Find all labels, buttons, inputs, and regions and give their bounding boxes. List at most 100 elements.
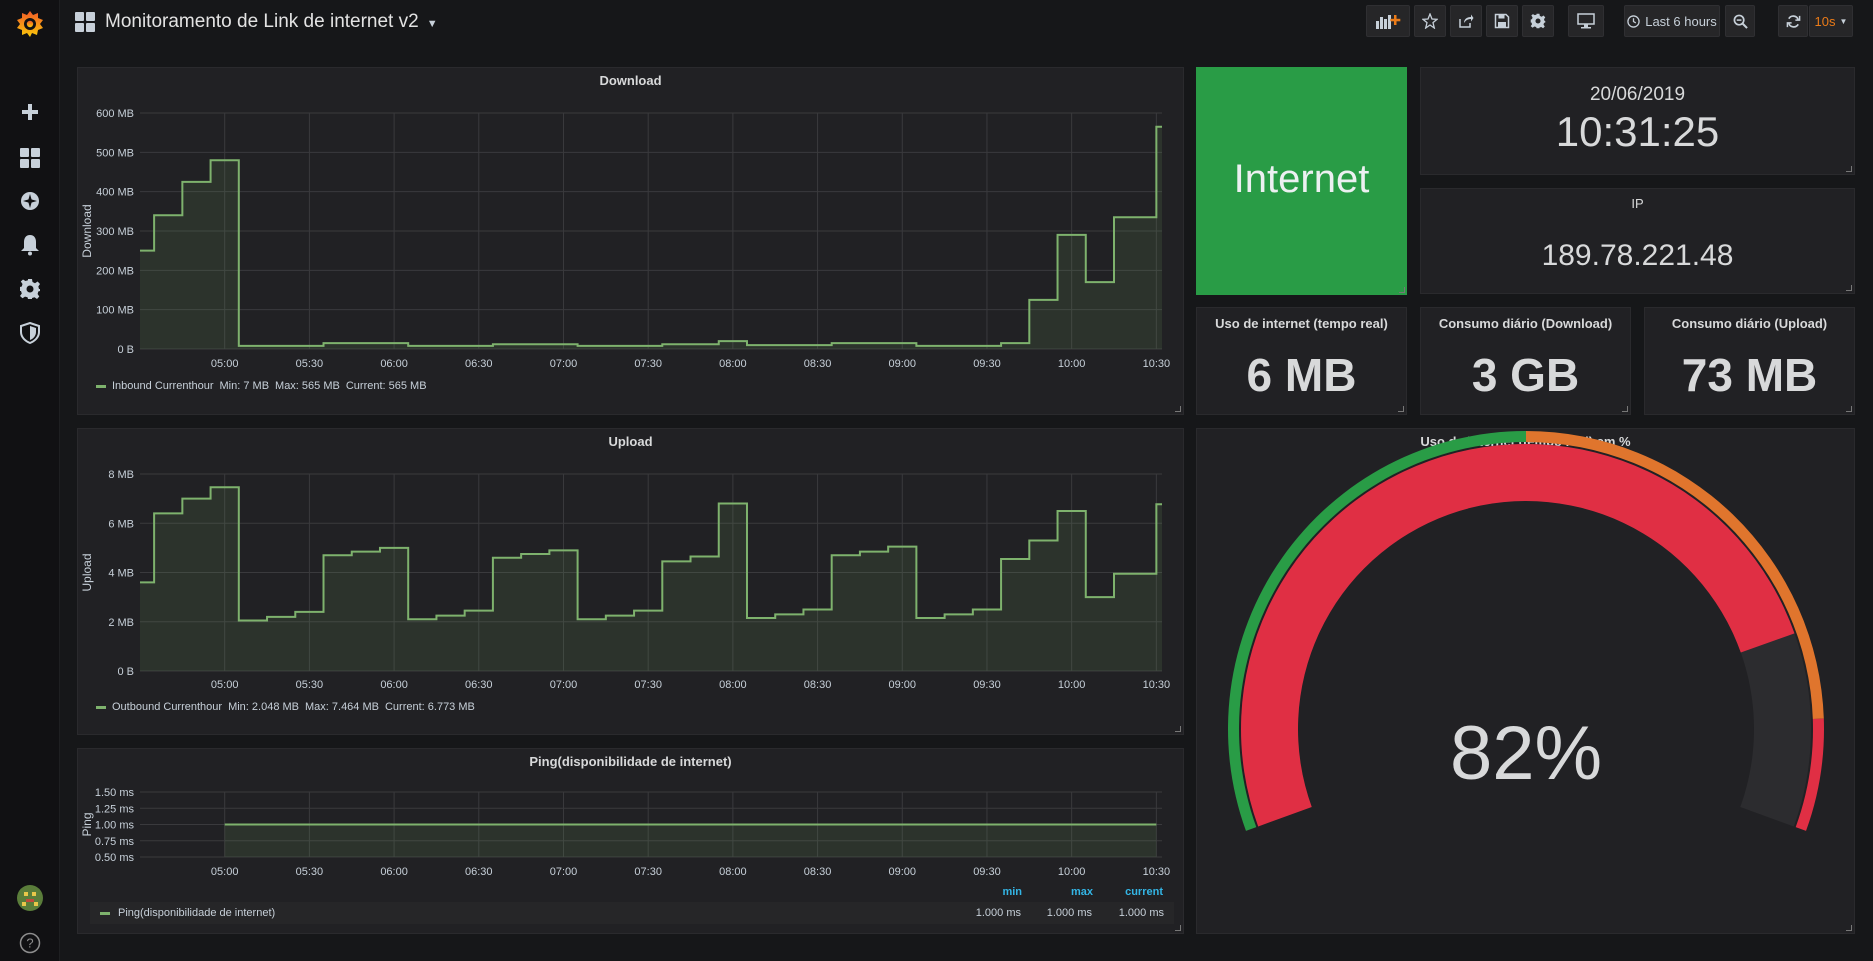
status-text: Internet <box>1233 157 1370 201</box>
dashboard-navbar: Monitoramento de Link de internet v2 ▼ L… <box>60 0 1873 56</box>
star-icon <box>1422 13 1438 29</box>
x-tick-label: 07:30 <box>634 866 662 878</box>
alerting-bell-icon[interactable] <box>0 227 60 263</box>
panel-title: Uso de internet (tempo real) <box>1215 316 1388 331</box>
clock-date: 20/06/2019 <box>1589 84 1686 105</box>
configuration-gear-icon[interactable] <box>0 271 60 307</box>
refresh-icon <box>1786 14 1800 28</box>
panel-resize-handle[interactable] <box>1846 925 1852 931</box>
x-tick-label: 05:00 <box>211 358 239 368</box>
usage-gauge-panel[interactable]: Uso de internet (tempo real) em % 82% <box>1196 428 1855 934</box>
panel-resize-handle[interactable] <box>1846 166 1852 172</box>
panel-title: IP <box>1631 196 1644 211</box>
daily-download-panel[interactable]: Consumo diário (Download) 3 GB <box>1420 307 1631 415</box>
panel-resize-handle[interactable] <box>1398 406 1404 412</box>
ping-graph-panel[interactable]: Ping(disponibilidade de internet) 0.50 m… <box>77 748 1184 934</box>
legend-min: Min: 7 MB <box>219 380 270 392</box>
x-tick-label: 10:00 <box>1058 358 1086 368</box>
panel-resize-handle[interactable] <box>1175 406 1181 412</box>
dashboard-grid-icon[interactable] <box>75 12 95 37</box>
dashboard-title-picker[interactable]: Monitoramento de Link de internet v2 ▼ <box>105 11 438 33</box>
download-chart[interactable]: 0 B 100 MB 200 MB 300 MB 400 MB 500 MB 600 MB 0… <box>78 68 1185 368</box>
download-graph-panel[interactable]: Download 0 B 100 MB 200 MB 300 MB 400 MB 500 … <box>77 67 1184 415</box>
x-tick-label: 07:30 <box>634 679 662 691</box>
x-tick-label: 08:00 <box>719 358 747 368</box>
y-tick-label: 6 MB <box>108 518 134 530</box>
y-tick-label: 1.50 ms <box>95 787 135 799</box>
x-tick-label: 05:30 <box>296 866 324 878</box>
server-admin-shield-icon[interactable] <box>0 315 60 351</box>
legend-header-min[interactable]: min <box>1002 886 1022 898</box>
x-tick-label: 09:00 <box>888 358 916 368</box>
refresh-button[interactable] <box>1778 5 1808 37</box>
zoom-out-button[interactable] <box>1725 5 1755 37</box>
upload-chart[interactable]: 0 B 2 MB 4 MB 6 MB 8 MB 05:00 05:30 06:00 06:30 0… <box>78 429 1185 694</box>
series-color-swatch[interactable] <box>96 705 106 709</box>
panel-title: Consumo diário (Download) <box>1438 316 1613 331</box>
x-tick-label: 10:30 <box>1143 866 1171 878</box>
dashboards-grid-icon[interactable] <box>0 140 60 176</box>
legend-header-current[interactable]: current <box>1125 886 1163 898</box>
panel-resize-handle[interactable] <box>1175 726 1181 732</box>
y-axis-title: Upload <box>80 553 94 591</box>
realtime-usage-panel[interactable]: Uso de internet (tempo real) 6 MB <box>1196 307 1407 415</box>
help-icon[interactable]: ? <box>0 925 60 961</box>
y-axis-title: Ping <box>80 812 94 836</box>
caret-down-icon: ▼ <box>1839 16 1848 26</box>
panel-resize-handle[interactable] <box>1175 925 1181 931</box>
share-dashboard-button[interactable] <box>1450 5 1482 37</box>
panel-resize-handle[interactable] <box>1846 285 1852 291</box>
legend-series-name[interactable]: Ping(disponibilidade de internet) <box>118 907 275 919</box>
x-tick-label: 08:30 <box>804 358 832 368</box>
save-dashboard-button[interactable] <box>1486 5 1518 37</box>
add-panel-button[interactable] <box>1366 5 1410 37</box>
x-tick-label: 10:30 <box>1143 679 1171 691</box>
ip-value: 189.78.221.48 <box>1541 239 1734 272</box>
ping-chart[interactable]: 0.50 ms 0.75 ms 1.00 ms 1.25 ms 1.50 ms 05:00… <box>78 749 1185 884</box>
legend-current: Current: 6.773 MB <box>384 701 475 713</box>
panel-resize-handle[interactable] <box>1622 406 1628 412</box>
x-tick-label: 09:00 <box>888 679 916 691</box>
legend-series-name[interactable]: Inbound Currenthour <box>112 380 214 392</box>
explore-compass-icon[interactable] <box>0 183 60 219</box>
daily-upload-panel[interactable]: Consumo diário (Upload) 73 MB <box>1644 307 1855 415</box>
upload-graph-panel[interactable]: Upload 0 B 2 MB 4 MB 6 MB 8 MB 05:00 05:30 06:0… <box>77 428 1184 735</box>
star-dashboard-button[interactable] <box>1414 5 1446 37</box>
dashboard-settings-button[interactable] <box>1522 5 1554 37</box>
y-tick-label: 300 MB <box>96 226 134 238</box>
panel-resize-handle[interactable] <box>1846 406 1852 412</box>
series-color-swatch[interactable] <box>100 912 110 915</box>
series-area-fill <box>224 824 1157 857</box>
y-tick-label: 0 B <box>117 666 134 678</box>
clock-time: 10:31:25 <box>1555 108 1720 155</box>
series-line <box>140 125 1162 347</box>
ip-panel[interactable]: IP 189.78.221.48 <box>1420 188 1855 294</box>
x-tick-label: 05:30 <box>296 679 324 691</box>
legend-series-name[interactable]: Outbound Currenthour <box>112 701 222 713</box>
x-tick-label: 08:30 <box>804 679 832 691</box>
panel-resize-handle[interactable] <box>1399 287 1405 293</box>
daily-upload-value: 73 MB <box>1681 349 1818 401</box>
x-tick-label: 07:00 <box>550 679 578 691</box>
user-avatar[interactable] <box>0 880 60 916</box>
create-plus-icon[interactable] <box>0 94 60 130</box>
dashboard-title: Monitoramento de Link de internet v2 <box>105 11 419 32</box>
internet-status-panel[interactable]: Internet <box>1196 67 1407 295</box>
svg-text:?: ? <box>26 936 33 951</box>
y-tick-label: 200 MB <box>96 265 134 277</box>
clock-panel[interactable]: 20/06/2019 10:31:25 <box>1420 67 1855 175</box>
x-tick-label: 08:00 <box>719 866 747 878</box>
cycle-view-mode-button[interactable] <box>1568 5 1604 37</box>
refresh-interval-picker[interactable]: 10s ▼ <box>1809 5 1853 37</box>
series-area-fill <box>140 126 1162 349</box>
usage-gauge: 82% <box>1228 431 1824 831</box>
time-range-picker[interactable]: Last 6 hours <box>1624 5 1720 37</box>
grafana-logo-icon[interactable] <box>0 4 60 44</box>
legend-header-max[interactable]: max <box>1071 886 1093 898</box>
x-tick-label: 10:30 <box>1143 358 1171 368</box>
x-tick-label: 05:30 <box>296 358 324 368</box>
series-color-swatch[interactable] <box>96 384 106 388</box>
clock-icon <box>1627 14 1640 28</box>
caret-down-icon: ▼ <box>426 18 438 30</box>
legend-max: Max: 7.464 MB <box>305 701 379 713</box>
